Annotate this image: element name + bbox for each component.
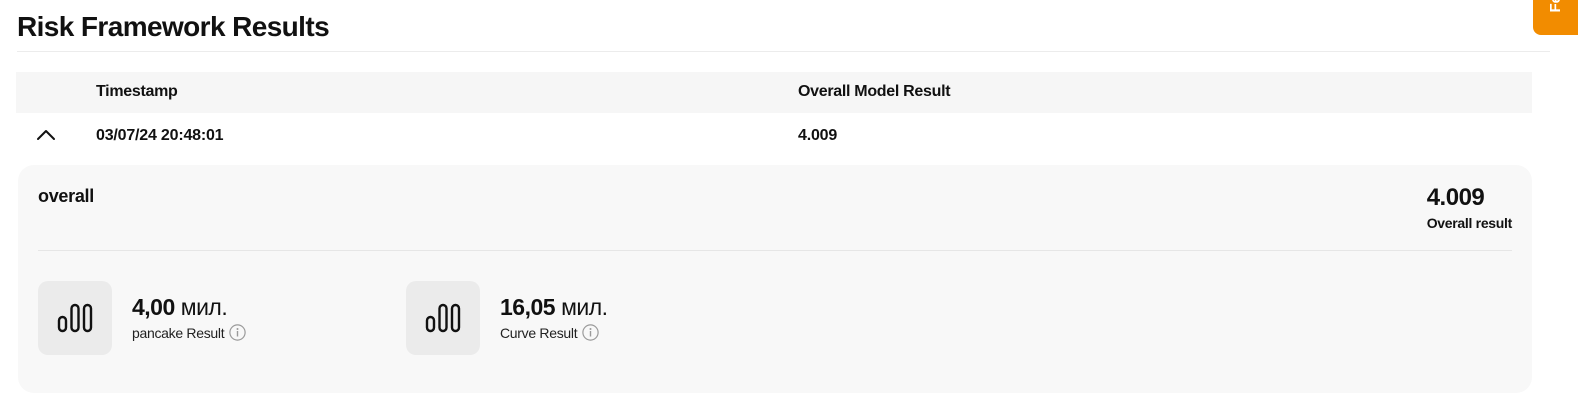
metric-value: 4,00 мил. [132, 293, 246, 321]
page: Risk Framework Results Fe Timestamp Over… [0, 0, 1592, 417]
metric-text: 16,05 мил. Curve Result [500, 293, 608, 341]
table-header: Timestamp Overall Model Result [16, 72, 1532, 113]
overall-result-block: 4.009 Overall result [1426, 184, 1513, 232]
metric-label-row: Curve Result [500, 324, 608, 341]
title-divider [17, 51, 1550, 52]
panel-divider [38, 250, 1512, 251]
metric-number: 4,00 [132, 294, 175, 320]
info-icon[interactable] [229, 324, 247, 341]
metric-unit: мил. [561, 294, 608, 320]
metric-label: Curve Result [500, 324, 578, 341]
feedback-tab-label: Fe [1547, 0, 1564, 13]
detail-name: overall [38, 186, 94, 206]
metric-icon-box [406, 281, 480, 355]
row-timestamp: 03/07/24 20:48:01 [96, 127, 224, 144]
table-row[interactable]: 03/07/24 20:48:01 4.009 [16, 113, 1532, 163]
bar-chart-icon [425, 303, 461, 333]
feedback-tab[interactable]: Fe [1533, 0, 1578, 35]
collapse-row-button[interactable] [35, 127, 57, 143]
result-detail-panel: overall 4.009 Overall result 4,00 мил. pa… [18, 165, 1532, 393]
overall-result-value: 4.009 [1426, 184, 1485, 211]
metric-icon-box [38, 281, 112, 355]
row-overall-result: 4.009 [798, 127, 838, 144]
page-title: Risk Framework Results [17, 11, 330, 42]
metric-text: 4,00 мил. pancake Result [132, 293, 247, 341]
info-icon[interactable] [582, 324, 600, 341]
column-header-overall-result[interactable]: Overall Model Result [798, 83, 951, 101]
bar-chart-icon [57, 303, 93, 333]
metric-label: pancake Result [132, 324, 225, 341]
metric-label-row: pancake Result [132, 324, 247, 341]
results-table: Timestamp Overall Model Result [16, 72, 1532, 113]
metric-number: 16,05 [500, 294, 556, 320]
chevron-up-icon [37, 130, 55, 140]
overall-result-label: Overall result [1426, 215, 1513, 231]
metric-unit: мил. [180, 294, 228, 320]
metric-value: 16,05 мил. [500, 293, 608, 321]
column-header-timestamp[interactable]: Timestamp [96, 83, 178, 101]
